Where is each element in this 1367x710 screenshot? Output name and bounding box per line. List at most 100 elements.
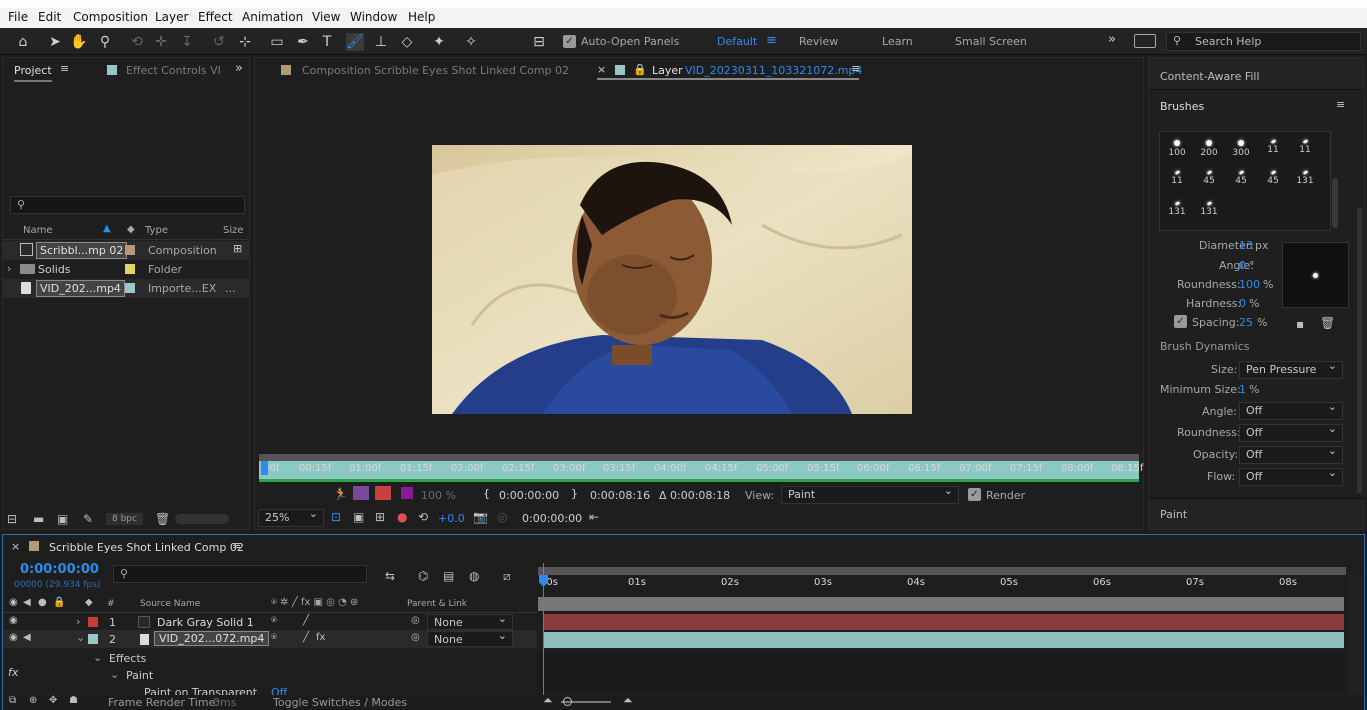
- set-in-icon[interactable]: {: [483, 487, 490, 500]
- menu-file[interactable]: File: [8, 10, 28, 24]
- flowchart-icon[interactable]: ⊞: [233, 242, 242, 255]
- render-time-icon[interactable]: ☗: [69, 695, 78, 706]
- solo-icon[interactable]: ●: [38, 597, 47, 608]
- brush-preset[interactable]: 131: [1162, 198, 1192, 226]
- project-item-comp[interactable]: Scribbl...mp 02 Composition ⊞: [3, 241, 249, 260]
- frame-blend-icon[interactable]: ▤: [443, 569, 454, 583]
- shy-switch-icon[interactable]: ⍟: [271, 615, 277, 626]
- workspace-review[interactable]: Review: [799, 35, 838, 48]
- interpret-footage-icon[interactable]: ⊟: [7, 512, 17, 526]
- effects-group[interactable]: Effects: [109, 652, 146, 665]
- roto-brush-icon[interactable]: ✦: [430, 33, 448, 51]
- clone-stamp-icon[interactable]: ⊥: [372, 33, 390, 51]
- in-out-icon[interactable]: ✥: [49, 695, 57, 706]
- settings-brush-icon[interactable]: ✎: [83, 512, 93, 526]
- roundness-value[interactable]: 100: [1239, 278, 1260, 291]
- timeline-menu-icon[interactable]: ≡: [232, 539, 241, 552]
- rectangle-tool-icon[interactable]: ▭: [268, 33, 286, 51]
- zoom-tool-icon[interactable]: ⚲: [96, 33, 114, 51]
- hardness-value[interactable]: 0: [1239, 297, 1246, 310]
- type-tool-icon[interactable]: T: [318, 33, 336, 51]
- toggle-switches-modes[interactable]: Toggle Switches / Modes: [273, 696, 407, 709]
- dyn-size-dropdown[interactable]: Pen Pressure: [1239, 359, 1343, 379]
- eye-icon[interactable]: ◉: [9, 597, 18, 608]
- lock-icon[interactable]: 🔒: [633, 63, 647, 76]
- work-area-bar[interactable]: [259, 479, 1139, 482]
- audio-icon[interactable]: ◀: [23, 597, 31, 608]
- column-name[interactable]: Name: [23, 225, 53, 236]
- pick-whip-icon[interactable]: ◎: [411, 632, 420, 643]
- graph-editor-icon[interactable]: ⧄: [503, 569, 511, 584]
- shy-switch-icon[interactable]: ⍟: [271, 632, 277, 643]
- timeline-current-time[interactable]: 0:00:00:00: [20, 562, 99, 577]
- workspaces-more-icon[interactable]: »: [1108, 32, 1116, 47]
- home-icon[interactable]: ⌂: [14, 33, 32, 51]
- tab-layer-label[interactable]: Layer: [652, 64, 683, 77]
- workspace-learn[interactable]: Learn: [882, 35, 913, 48]
- lock-icon[interactable]: 🔒: [53, 597, 65, 608]
- content-aware-fill-title[interactable]: Content-Aware Fill: [1160, 70, 1260, 83]
- zoom-out-icon[interactable]: ⏶: [543, 693, 553, 708]
- paint-arrow-icon[interactable]: ⌄: [110, 668, 119, 681]
- video-frame[interactable]: [432, 145, 912, 414]
- brushes-scrollbar[interactable]: [1332, 178, 1338, 228]
- layer-switches-icon[interactable]: ⧉: [9, 695, 16, 706]
- spacing-value[interactable]: 25: [1239, 316, 1253, 329]
- snapshot-icon[interactable]: 📷: [473, 510, 488, 524]
- zoom-slider-thumb[interactable]: [563, 697, 572, 706]
- angle-value[interactable]: 0: [1239, 259, 1246, 272]
- trash-icon[interactable]: 🗑: [155, 512, 170, 526]
- right-panel-scrollbar[interactable]: [1357, 208, 1362, 493]
- spacing-checkbox[interactable]: ✓: [1174, 315, 1187, 328]
- dyn-roundness-dropdown[interactable]: Off: [1239, 422, 1343, 442]
- zoom-dropdown[interactable]: 25%: [258, 507, 324, 527]
- orbit-camera-icon[interactable]: ⟲: [128, 33, 146, 51]
- paint-title[interactable]: Paint: [1160, 508, 1187, 521]
- purple-action-icon[interactable]: [353, 486, 369, 500]
- set-out-icon[interactable]: }: [571, 487, 578, 500]
- run-icon[interactable]: 🏃: [333, 487, 348, 501]
- workspace-default[interactable]: Default: [717, 35, 757, 48]
- tab-composition[interactable]: Composition Scribble Eyes Shot Linked Co…: [302, 64, 569, 77]
- rotate-tool-icon[interactable]: ↺: [210, 33, 228, 51]
- tab-project[interactable]: Project: [14, 64, 52, 82]
- quality-switch-icon[interactable]: ╱: [303, 615, 309, 626]
- new-comp-icon[interactable]: ▣: [57, 512, 68, 526]
- selection-tool-icon[interactable]: ➤: [46, 33, 64, 51]
- collapse-arrow-icon[interactable]: ⌄: [76, 631, 85, 644]
- comp-mini-flowchart-icon[interactable]: ⇆: [385, 569, 395, 583]
- project-item-solids[interactable]: › Solids Folder: [3, 260, 249, 279]
- region-icon[interactable]: ▣: [353, 510, 364, 524]
- menu-animation[interactable]: Animation: [242, 10, 303, 24]
- column-parent-link[interactable]: Parent & Link: [407, 599, 467, 609]
- brush-preset[interactable]: 11: [1162, 167, 1192, 195]
- brush-preset[interactable]: 45: [1194, 167, 1224, 195]
- channels-icon[interactable]: ●: [397, 510, 407, 524]
- color-swatch-icon[interactable]: [401, 487, 413, 499]
- new-folder-icon[interactable]: ▬: [33, 512, 44, 526]
- fit-icon[interactable]: ⊡: [331, 510, 341, 524]
- zoom-in-icon[interactable]: ⏶: [623, 693, 633, 708]
- time-indicator[interactable]: [261, 461, 268, 475]
- fx-switch-icon[interactable]: fx: [316, 632, 325, 643]
- in-time[interactable]: 0:00:00:00: [499, 489, 559, 502]
- brush-preset[interactable]: 200: [1194, 136, 1224, 164]
- expand-arrow-icon[interactable]: ›: [7, 262, 11, 275]
- layer-time-ruler[interactable]: 00f 00:15f 01:00f 01:15f 02:00f 02:15f 0…: [259, 454, 1143, 482]
- brush-preset[interactable]: 131: [1194, 198, 1224, 226]
- current-time[interactable]: 0:00:00:00: [522, 512, 582, 525]
- eraser-tool-icon[interactable]: ◇: [398, 33, 416, 51]
- min-size-value[interactable]: 1: [1239, 383, 1246, 396]
- menu-edit[interactable]: Edit: [38, 10, 61, 24]
- transfer-controls-icon[interactable]: ⊕: [29, 695, 37, 706]
- paint-effect[interactable]: Paint: [126, 669, 153, 682]
- pick-whip-icon[interactable]: ◎: [411, 615, 420, 626]
- brush-preset[interactable]: 11: [1290, 136, 1320, 164]
- layer-row[interactable]: ◉ › 1 Dark Gray Solid 1 ⍟ ╱ ◎ None: [3, 612, 537, 631]
- pan-camera-icon[interactable]: ✛: [152, 33, 170, 51]
- timeline-track-area[interactable]: 00s 01s 02s 03s 04s 05s 06s 07s 08s: [538, 563, 1346, 695]
- pen-tool-icon[interactable]: ✒: [294, 33, 312, 51]
- menu-window[interactable]: Window: [350, 10, 397, 24]
- panel-more-icon[interactable]: »: [235, 61, 243, 76]
- dyn-opacity-dropdown[interactable]: Off: [1239, 444, 1343, 464]
